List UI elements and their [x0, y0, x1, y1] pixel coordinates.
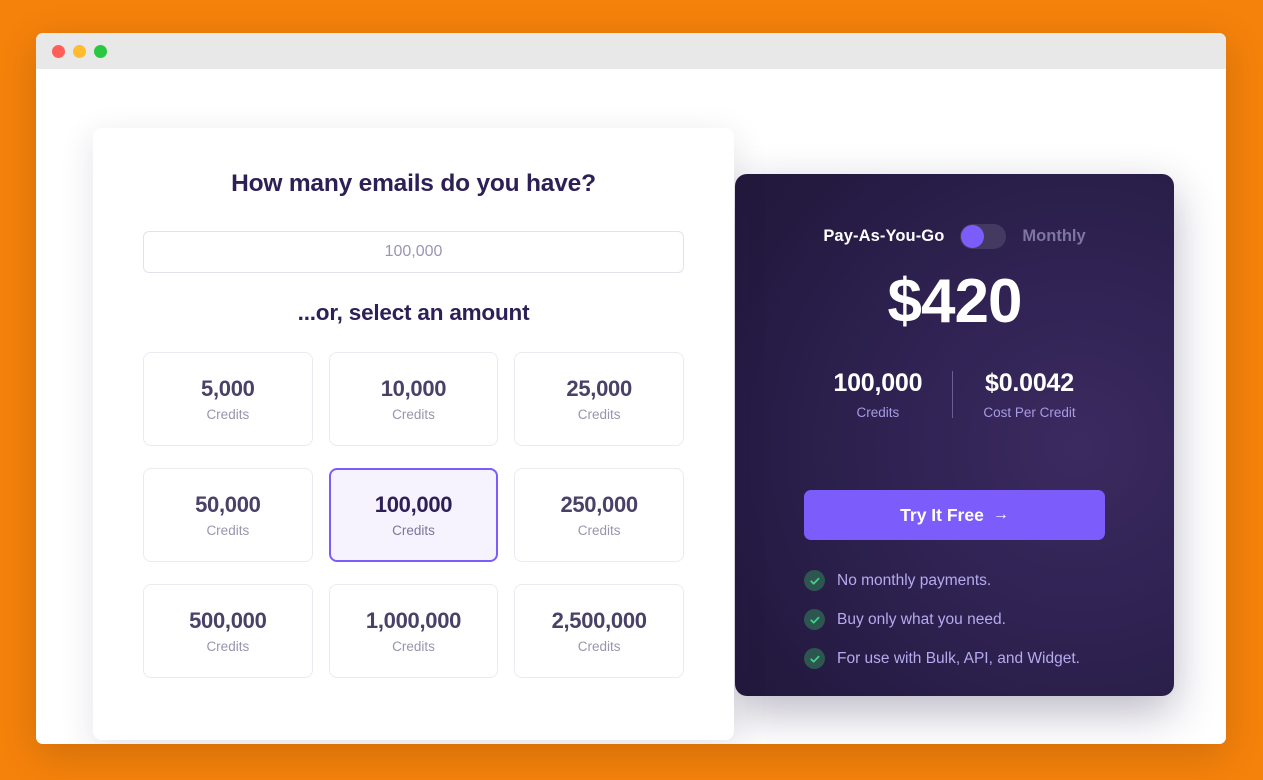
- tier-value: 25,000: [566, 376, 632, 401]
- feature-item: Buy only what you need.: [804, 609, 1138, 630]
- tier-label: Credits: [392, 407, 435, 422]
- minimize-window-icon[interactable]: [73, 44, 86, 58]
- email-count-input[interactable]: [143, 231, 684, 273]
- tier-value: 2,500,000: [551, 608, 647, 633]
- feature-list: No monthly payments. Buy only what you n…: [804, 570, 1138, 687]
- feature-item: No monthly payments.: [804, 570, 1138, 591]
- credit-tier-option[interactable]: 5,000 Credits: [143, 352, 313, 446]
- cta-label: Try It Free: [900, 504, 984, 525]
- stat-credits-label: Credits: [856, 405, 900, 420]
- feature-text: Buy only what you need.: [837, 610, 1006, 628]
- page-viewport: Pay-As-You-Go Monthly $420 100,000 Credi…: [36, 69, 1226, 744]
- maximize-window-icon[interactable]: [94, 44, 107, 58]
- try-it-free-button[interactable]: Try It Free →: [804, 490, 1105, 540]
- tier-label: Credits: [392, 639, 435, 654]
- tier-value: 100,000: [374, 492, 453, 517]
- card-heading: How many emails do you have?: [231, 170, 596, 197]
- tier-value: 500,000: [189, 608, 267, 633]
- credit-tier-option-selected[interactable]: 100,000 Credits: [328, 468, 499, 562]
- arrow-right-icon: →: [992, 506, 1009, 523]
- stat-cost-per-credit-value: $0.0042: [985, 369, 1074, 397]
- credit-selector-card: How many emails do you have? ...or, sele…: [93, 128, 734, 740]
- check-icon: [804, 609, 825, 630]
- browser-title-bar: [36, 33, 1226, 69]
- pricing-stats-row: 100,000 Credits $0.0042 Cost Per Credit: [735, 369, 1174, 420]
- tier-label: Credits: [206, 407, 250, 422]
- tier-label: Credits: [206, 523, 250, 538]
- stat-credits-value: 100,000: [833, 369, 923, 397]
- total-price: $420: [887, 267, 1023, 336]
- billing-toggle-label-monthly[interactable]: Monthly: [1022, 227, 1085, 246]
- pricing-panel: Pay-As-You-Go Monthly $420 100,000 Credi…: [735, 174, 1174, 696]
- stat-credits: 100,000 Credits: [803, 369, 952, 420]
- credit-tier-option[interactable]: 2,500,000 Credits: [514, 584, 684, 678]
- billing-toggle-label-payg[interactable]: Pay-As-You-Go: [823, 227, 944, 246]
- tier-value: 5,000: [201, 376, 255, 401]
- tier-value: 10,000: [380, 376, 447, 401]
- billing-toggle-row: Pay-As-You-Go Monthly: [735, 224, 1174, 249]
- tier-value: 250,000: [560, 492, 638, 517]
- billing-toggle-switch[interactable]: [960, 224, 1007, 249]
- credit-tier-option[interactable]: 1,000,000 Credits: [328, 584, 499, 678]
- tier-value: 50,000: [195, 492, 261, 517]
- feature-item: For use with Bulk, API, and Widget.: [804, 648, 1138, 669]
- stat-cost-per-credit-label: Cost Per Credit: [983, 405, 1076, 420]
- credit-tier-option[interactable]: 250,000 Credits: [514, 468, 684, 562]
- credit-tier-option[interactable]: 500,000 Credits: [143, 584, 313, 678]
- tier-value: 1,000,000: [365, 608, 462, 633]
- stat-cost-per-credit: $0.0042 Cost Per Credit: [953, 369, 1105, 420]
- feature-text: No monthly payments.: [837, 571, 992, 589]
- card-subheading: ...or, select an amount: [297, 300, 530, 325]
- tier-label: Credits: [577, 639, 621, 654]
- tier-label: Credits: [206, 639, 250, 654]
- credit-tier-option[interactable]: 25,000 Credits: [514, 352, 684, 446]
- check-icon: [804, 570, 825, 591]
- close-window-icon[interactable]: [52, 44, 65, 58]
- credit-tier-option[interactable]: 50,000 Credits: [143, 468, 313, 562]
- check-icon: [804, 648, 825, 669]
- tier-label: Credits: [577, 407, 621, 422]
- tier-label: Credits: [392, 523, 435, 538]
- tier-label: Credits: [577, 523, 621, 538]
- billing-toggle-knob: [961, 225, 985, 248]
- credit-tier-option[interactable]: 10,000 Credits: [328, 352, 499, 446]
- credit-tier-grid: 5,000 Credits 10,000 Credits 25,000 Cred…: [143, 352, 684, 678]
- feature-text: For use with Bulk, API, and Widget.: [837, 649, 1080, 667]
- browser-window: Pay-As-You-Go Monthly $420 100,000 Credi…: [36, 33, 1226, 744]
